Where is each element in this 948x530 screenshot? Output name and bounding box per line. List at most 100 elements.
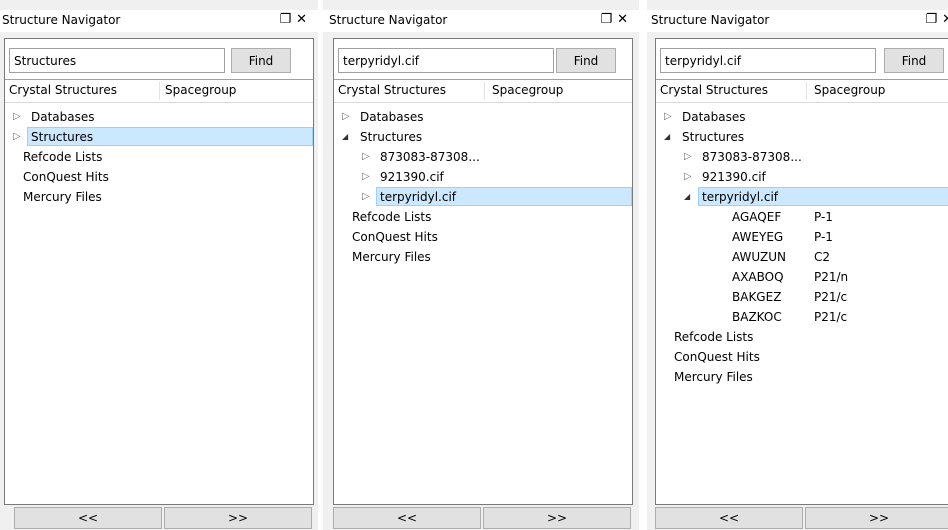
spacegroup-value: P-1 <box>814 210 833 224</box>
collapsed-arrow-icon[interactable]: ▷ <box>13 128 21 146</box>
tree-item[interactable]: ▷ Databases <box>334 107 632 127</box>
close-icon[interactable]: ✕ <box>617 12 633 27</box>
tree-item[interactable]: ▷ Databases <box>5 107 313 127</box>
tree-item-label: AXABOQ <box>732 270 784 284</box>
collapsed-arrow-icon[interactable]: ▷ <box>13 108 21 126</box>
spacegroup-value: P21/c <box>814 290 848 304</box>
structure-navigator-panel-2: Structure Navigator ❐✕ Find Crystal Stru… <box>323 0 639 530</box>
next-button[interactable]: >> <box>805 507 948 529</box>
collapsed-arrow-icon[interactable]: ▷ <box>684 148 692 166</box>
column-spacegroup[interactable]: Spacegroup <box>492 83 563 97</box>
tree-item[interactable]: ConQuest Hits <box>656 347 948 367</box>
tree-item[interactable]: ◢ Structures <box>656 127 948 147</box>
tree-item[interactable]: ▷ terpyridyl.cif <box>334 187 632 207</box>
collapsed-arrow-icon[interactable]: ▷ <box>362 188 370 206</box>
panel-footer: << >> <box>0 505 318 530</box>
tree-item[interactable]: AGAQEF P-1 <box>656 207 948 227</box>
column-spacegroup[interactable]: Spacegroup <box>814 83 885 97</box>
tree-item[interactable]: ▷ 873083-87308... <box>656 147 948 167</box>
window-controls: ❐✕ <box>600 12 633 27</box>
column-crystal-structures[interactable]: Crystal Structures <box>338 83 446 97</box>
next-button[interactable]: >> <box>483 507 631 529</box>
float-window-icon[interactable]: ❐ <box>925 12 942 27</box>
search-input[interactable] <box>9 48 225 73</box>
tree-item-label: Databases <box>31 110 95 124</box>
tree-item[interactable]: ConQuest Hits <box>5 167 313 187</box>
tree-item-label: Structures <box>682 130 745 144</box>
previous-button[interactable]: << <box>655 507 803 529</box>
spacegroup-value: P21/c <box>814 310 848 324</box>
column-crystal-structures[interactable]: Crystal Structures <box>9 83 117 97</box>
panel-title: Structure Navigator <box>651 13 770 27</box>
tree-item[interactable]: ◢ terpyridyl.cif <box>656 187 948 207</box>
tree-item-label: Structures <box>360 130 423 144</box>
collapsed-arrow-icon[interactable]: ▷ <box>342 108 350 126</box>
tree-item-label: Structures <box>31 130 94 144</box>
float-window-icon[interactable]: ❐ <box>279 12 296 27</box>
panel-titlebar[interactable]: Structure Navigator ❐✕ <box>647 10 948 32</box>
column-spacegroup[interactable]: Spacegroup <box>165 83 236 97</box>
panel-content: Find Crystal Structures Spacegroup ▷ Data… <box>655 38 948 505</box>
column-separator[interactable] <box>159 82 160 100</box>
tree-item-label: AWUZUN <box>732 250 786 264</box>
tree-item[interactable]: BAKGEZ P21/c <box>656 287 948 307</box>
tree-item-label: terpyridyl.cif <box>702 190 779 204</box>
tree-item[interactable]: ▷ 921390.cif <box>334 167 632 187</box>
tree-item[interactable]: Mercury Files <box>5 187 313 207</box>
tree-item[interactable]: ▷ 921390.cif <box>656 167 948 187</box>
tree-item[interactable]: ConQuest Hits <box>334 227 632 247</box>
collapsed-arrow-icon[interactable]: ▷ <box>684 168 692 186</box>
next-button[interactable]: >> <box>164 507 312 529</box>
spacegroup-value: P21/n <box>814 270 849 284</box>
tree-item-label: BAZKOC <box>732 310 782 324</box>
tree-item-label: 873083-87308... <box>380 150 480 164</box>
tree-item[interactable]: Refcode Lists <box>334 207 632 227</box>
tree-item[interactable]: BAZKOC P21/c <box>656 307 948 327</box>
collapsed-arrow-icon[interactable]: ▷ <box>362 168 370 186</box>
tree-item-label: Refcode Lists <box>352 210 432 224</box>
column-header: Crystal Structures Spacegroup <box>334 79 632 103</box>
tree-item-label: 873083-87308... <box>702 150 802 164</box>
column-separator[interactable] <box>806 82 807 100</box>
find-button[interactable]: Find <box>231 48 291 73</box>
panel-titlebar[interactable]: Structure Navigator ❐✕ <box>323 10 639 32</box>
tree-item[interactable]: Mercury Files <box>334 247 632 267</box>
tree-item-label: 921390.cif <box>380 170 444 184</box>
tree-item-label: Databases <box>682 110 746 124</box>
tree-item-label: AWEYEG <box>732 230 784 244</box>
find-button[interactable]: Find <box>884 48 944 73</box>
tree-item[interactable]: AWEYEG P-1 <box>656 227 948 247</box>
panel-content: Find Crystal Structures Spacegroup ▷ Data… <box>4 38 314 505</box>
expanded-arrow-icon[interactable]: ◢ <box>684 188 690 206</box>
search-input[interactable] <box>660 48 876 73</box>
find-button[interactable]: Find <box>556 48 616 73</box>
previous-button[interactable]: << <box>14 507 162 529</box>
collapsed-arrow-icon[interactable]: ▷ <box>664 108 672 126</box>
spacegroup-value: C2 <box>814 250 831 264</box>
tree-item[interactable]: ▷ 873083-87308... <box>334 147 632 167</box>
tree-item[interactable]: ◢ Structures <box>334 127 632 147</box>
tree-item-label: Databases <box>360 110 424 124</box>
expanded-arrow-icon[interactable]: ◢ <box>342 128 348 146</box>
tree-item-label: Mercury Files <box>23 190 102 204</box>
previous-button[interactable]: << <box>333 507 481 529</box>
window-controls: ❐✕ <box>279 12 312 27</box>
tree-item[interactable]: ▷ Structures <box>5 127 313 147</box>
close-icon[interactable]: ✕ <box>296 12 312 27</box>
tree-item[interactable]: AXABOQ P21/n <box>656 267 948 287</box>
tree-item[interactable]: Refcode Lists <box>656 327 948 347</box>
expanded-arrow-icon[interactable]: ◢ <box>664 128 670 146</box>
collapsed-arrow-icon[interactable]: ▷ <box>362 148 370 166</box>
tree-item[interactable]: ▷ Databases <box>656 107 948 127</box>
search-input[interactable] <box>338 48 554 73</box>
panel-footer: << >> <box>647 505 948 530</box>
panel-titlebar[interactable]: Structure Navigator ❐✕ <box>0 10 318 32</box>
tree-item[interactable]: Mercury Files <box>656 367 948 387</box>
column-crystal-structures[interactable]: Crystal Structures <box>660 83 768 97</box>
float-window-icon[interactable]: ❐ <box>600 12 617 27</box>
tree-item[interactable]: Refcode Lists <box>5 147 313 167</box>
column-separator[interactable] <box>484 82 485 100</box>
close-icon[interactable]: ✕ <box>942 12 948 27</box>
tree-item[interactable]: AWUZUN C2 <box>656 247 948 267</box>
tree-item-label: AGAQEF <box>732 210 782 224</box>
